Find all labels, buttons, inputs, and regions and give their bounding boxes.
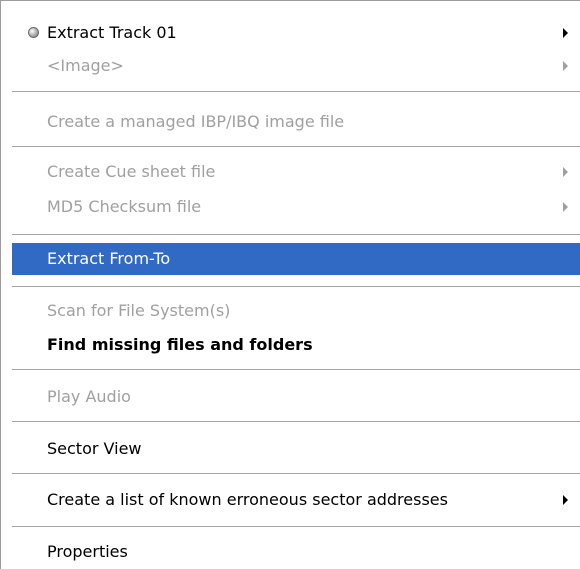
menu-item-label: MD5 Checksum file (47, 197, 202, 216)
submenu-arrow-icon (563, 202, 568, 212)
menu-item-label: Create a list of known erroneous sector … (47, 490, 448, 509)
menu-item-label: Create Cue sheet file (47, 162, 216, 181)
menu-separator (12, 526, 580, 527)
menu-item-label: Extract From-To (47, 249, 171, 268)
context-menu: Extract Track 01 <Image> Create a manage… (0, 0, 580, 569)
menu-separator (12, 234, 580, 235)
submenu-arrow-icon (563, 167, 568, 177)
submenu-arrow-icon (563, 28, 568, 38)
menu-item-md5-checksum[interactable]: MD5 Checksum file (12, 191, 580, 223)
submenu-arrow-icon (563, 61, 568, 71)
menu-item-erroneous-sector-list[interactable]: Create a list of known erroneous sector … (12, 484, 580, 516)
menu-item-play-audio[interactable]: Play Audio (12, 381, 580, 413)
menu-item-find-missing-files[interactable]: Find missing files and folders (12, 329, 580, 361)
menu-item-label: Play Audio (47, 387, 131, 406)
menu-separator (12, 421, 580, 422)
menu-item-label: <Image> (47, 56, 124, 75)
menu-separator (12, 369, 580, 370)
menu-item-label: Scan for File System(s) (47, 301, 231, 320)
menu-item-properties[interactable]: Properties (12, 536, 580, 568)
menu-item-create-cue-sheet[interactable]: Create Cue sheet file (12, 156, 580, 188)
radio-bullet-icon (28, 27, 39, 38)
submenu-arrow-icon (563, 495, 568, 505)
menu-separator (12, 91, 580, 92)
menu-separator (12, 286, 580, 287)
menu-separator (12, 146, 580, 147)
menu-item-label: Find missing files and folders (47, 335, 313, 354)
menu-separator (12, 473, 580, 474)
menu-item-label: Extract Track 01 (47, 23, 177, 42)
menu-item-create-managed-image[interactable]: Create a managed IBP/IBQ image file (12, 106, 580, 138)
menu-item-extract-from-to[interactable]: Extract From-To (12, 243, 580, 275)
menu-item-label: Create a managed IBP/IBQ image file (47, 112, 345, 131)
menu-item-label: Properties (47, 542, 128, 561)
menu-item-image[interactable]: <Image> (12, 50, 580, 82)
menu-item-extract-track[interactable]: Extract Track 01 (12, 17, 580, 49)
menu-item-sector-view[interactable]: Sector View (12, 433, 580, 465)
menu-item-scan-file-system[interactable]: Scan for File System(s) (12, 295, 580, 327)
menu-item-label: Sector View (47, 439, 142, 458)
